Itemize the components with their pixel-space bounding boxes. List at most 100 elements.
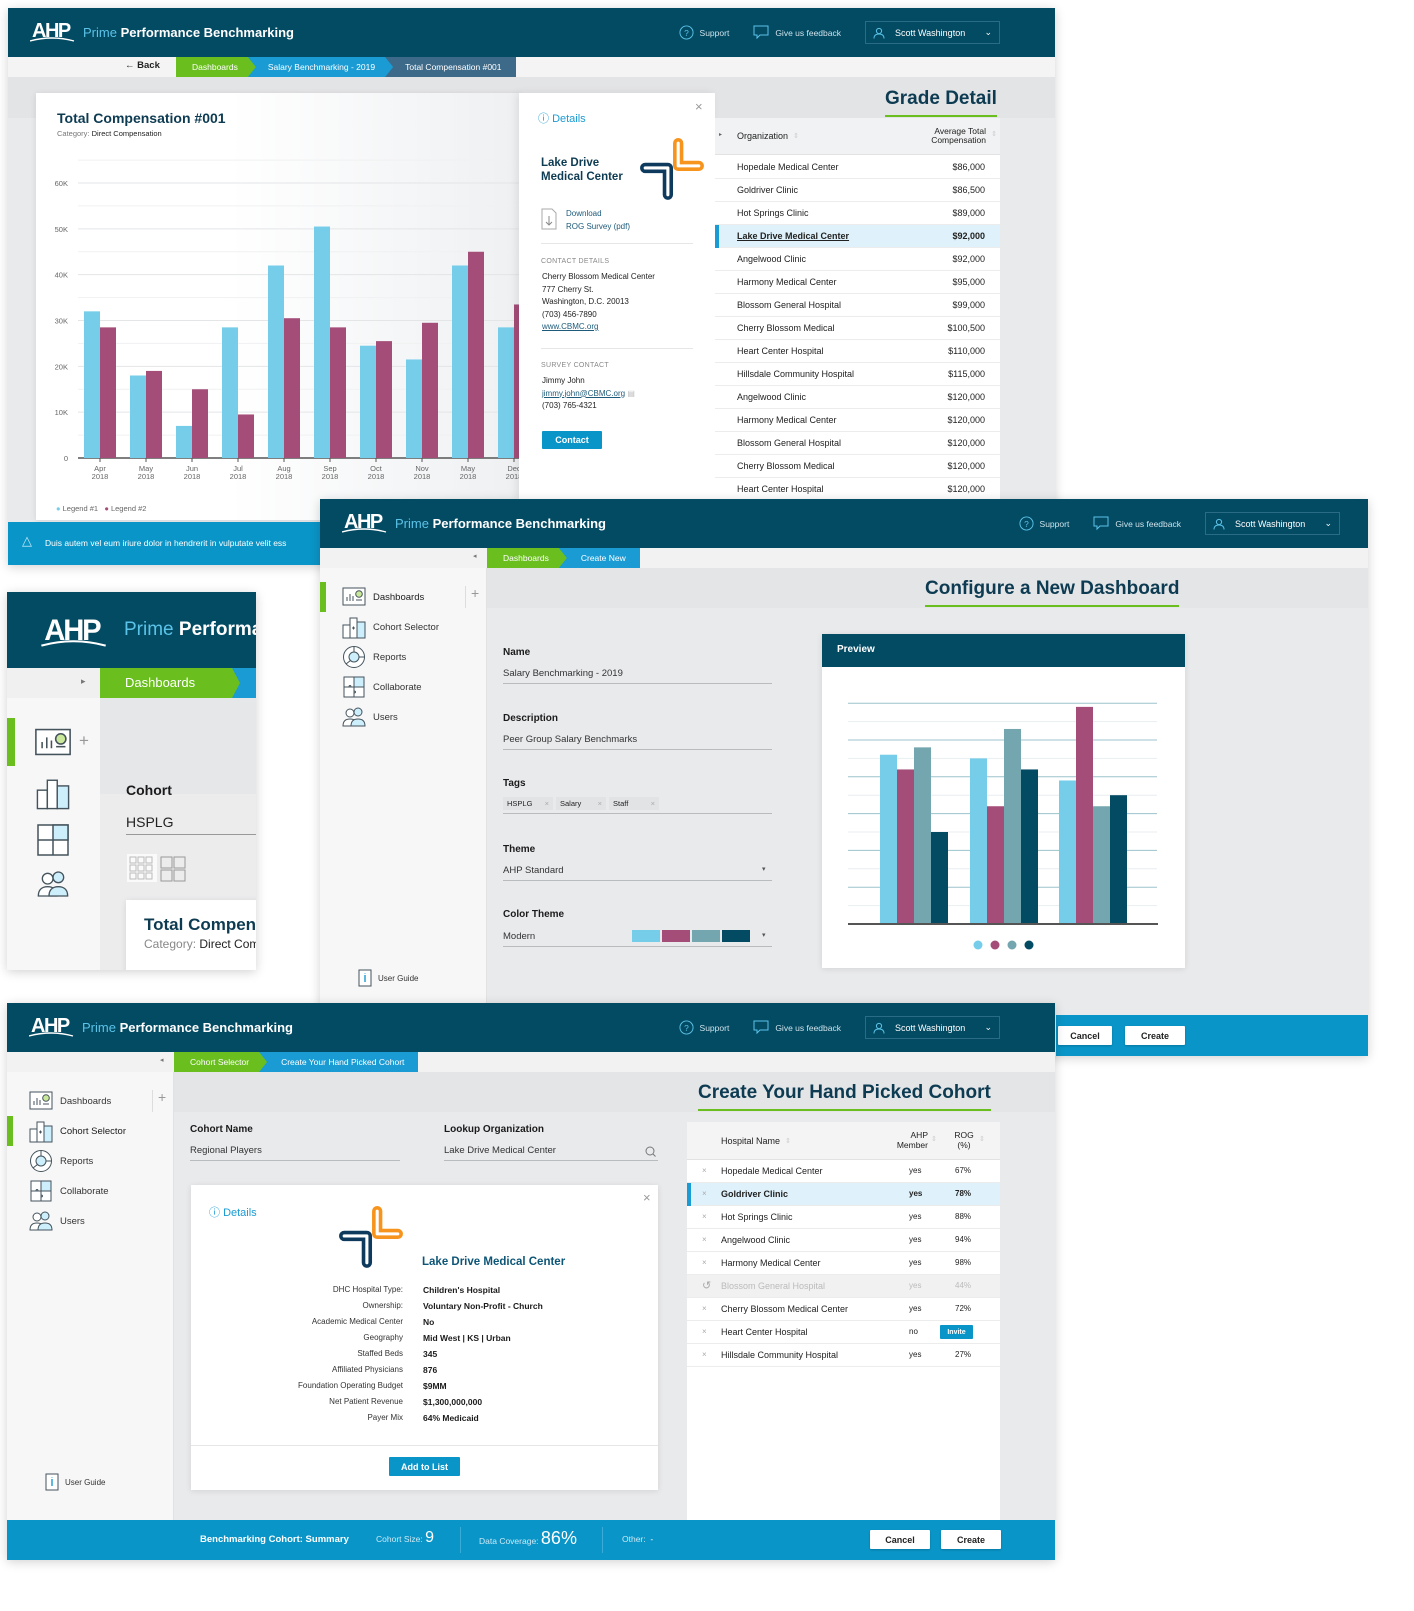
bar-1[interactable] [452, 265, 468, 459]
table-row[interactable]: Cherry Blossom Medical $120,000 [715, 455, 1000, 478]
bar-1[interactable] [222, 327, 238, 458]
dropdown-caret-icon[interactable]: ▾ [762, 865, 766, 873]
remove-icon[interactable]: × [702, 1304, 707, 1313]
org-name[interactable]: Blossom General Hospital [737, 438, 841, 448]
add-dashboard-plus-icon[interactable]: + [158, 1089, 166, 1105]
column-header-rog[interactable]: ROG (%) [949, 1130, 979, 1150]
legend-dot[interactable] [1024, 940, 1034, 950]
remove-icon[interactable]: × [702, 1166, 707, 1175]
expand-arrow-icon[interactable]: ▸ [81, 676, 86, 687]
user-menu[interactable]: Scott Washington ⌄ [1205, 512, 1340, 535]
sort-icon[interactable]: ⇕ [991, 130, 997, 138]
bar-1[interactable] [268, 265, 284, 459]
user-guide-link[interactable]: User Guide [7, 1469, 157, 1495]
org-name[interactable]: Blossom General Hospital [737, 300, 841, 310]
org-name[interactable]: Heart Center Hospital [737, 346, 824, 356]
close-icon[interactable]: × [643, 1190, 651, 1205]
breadcrumb-dashboards[interactable]: Dashboards [100, 668, 240, 698]
message-icon[interactable]: ▤ [627, 389, 635, 398]
grid-view-small-icon[interactable] [127, 854, 157, 882]
table-row[interactable]: × Harmony Medical Center yes 98% [687, 1252, 1000, 1275]
ahp-logo[interactable]: AHP [29, 1013, 75, 1039]
cancel-button[interactable]: Cancel [1058, 1026, 1112, 1045]
table-row[interactable]: × Hopedale Medical Center yes 67% [687, 1160, 1000, 1183]
org-name[interactable]: Hillsdale Community Hospital [737, 369, 854, 379]
table-row[interactable]: Hillsdale Community Hospital $115,000 [715, 363, 1000, 386]
cohort-select[interactable]: HSPLG [126, 814, 256, 835]
create-button[interactable]: Create [1125, 1026, 1185, 1045]
cohort-name-input[interactable]: Regional Players [190, 1145, 400, 1161]
remove-icon[interactable]: × [702, 1189, 707, 1198]
sidebar-item-cohort-selector[interactable]: Cohort Selector [7, 1116, 157, 1146]
bar-2[interactable] [284, 318, 300, 458]
bar-1[interactable] [360, 345, 376, 458]
table-row[interactable]: × Goldriver Clinic yes 78% [687, 1183, 1000, 1206]
collapse-arrow-icon[interactable]: ◂ [473, 552, 477, 560]
remove-icon[interactable]: × [702, 1258, 707, 1267]
remove-icon[interactable]: × [702, 1350, 707, 1359]
expand-triangle-icon[interactable]: ▸ [719, 131, 722, 138]
bar-2[interactable] [238, 414, 254, 458]
dashboard-card[interactable]: Total Compensation #001 Category: Direct… [126, 900, 256, 970]
support-link[interactable]: ? Support [1019, 516, 1069, 531]
feedback-link[interactable]: Give us feedback [753, 1020, 841, 1035]
table-row[interactable]: Heart Center Hospital $120,000 [715, 478, 1000, 501]
dashboard-icon[interactable] [34, 728, 72, 756]
feedback-link[interactable]: Give us feedback [753, 25, 841, 40]
remove-tag-icon[interactable]: × [545, 799, 549, 808]
sidebar-item-users[interactable]: Users [7, 1208, 157, 1234]
dropdown-caret-icon[interactable]: ▾ [762, 931, 766, 939]
table-row[interactable]: Hot Springs Clinic $89,000 [715, 202, 1000, 225]
grid-view-large-icon[interactable] [160, 856, 186, 882]
org-name[interactable]: Heart Center Hospital [737, 484, 824, 494]
org-name[interactable]: Hopedale Medical Center [737, 162, 839, 172]
legend-dot[interactable] [973, 940, 983, 950]
breadcrumb-dashboards[interactable]: Dashboards [487, 548, 567, 568]
table-row[interactable]: ↺ Blossom General Hospital yes 44% [687, 1275, 1000, 1298]
lookup-organization-input[interactable]: Lake Drive Medical Center [444, 1145, 658, 1161]
bar-1[interactable] [176, 425, 192, 458]
sort-icon[interactable]: ⇕ [931, 1135, 937, 1143]
bar-1[interactable] [498, 327, 514, 458]
legend-label-1[interactable]: Legend #1 [63, 504, 98, 513]
description-input[interactable]: Peer Group Salary Benchmarks [503, 734, 772, 750]
ahp-logo[interactable]: AHP [30, 18, 76, 44]
table-row[interactable]: Blossom General Hospital $120,000 [715, 432, 1000, 455]
support-link[interactable]: ? Support [679, 1020, 729, 1035]
table-row[interactable]: × Angelwood Clinic yes 94% [687, 1229, 1000, 1252]
website-link[interactable]: www.CBMC.org [542, 321, 655, 334]
table-row[interactable]: Lake Drive Medical Center $92,000 [715, 225, 1000, 248]
sidebar-item-cohort-selector[interactable]: Cohort Selector [320, 614, 470, 640]
undo-icon[interactable]: ↺ [702, 1279, 711, 1292]
legend-label-2[interactable]: Legend #2 [111, 504, 146, 513]
add-dashboard-plus-icon[interactable]: + [471, 585, 479, 601]
breadcrumb-salary-benchmarking[interactable]: Salary Benchmarking - 2019 [248, 57, 393, 77]
contact-button[interactable]: Contact [542, 431, 602, 449]
bar-2[interactable] [376, 341, 392, 458]
tags-input[interactable]: HSPLG × Salary × Staff × [503, 797, 772, 814]
user-menu[interactable]: Scott Washington ⌄ [865, 21, 1000, 44]
column-header-compensation[interactable]: Average Total Compensation [931, 127, 986, 145]
support-link[interactable]: ? Support [679, 25, 729, 40]
sidebar-item-reports[interactable]: Reports [320, 644, 470, 670]
org-name[interactable]: Cherry Blossom Medical [737, 461, 835, 471]
bar-2[interactable] [422, 322, 438, 458]
sidebar-item-dashboards[interactable]: Dashboards [7, 1088, 157, 1114]
table-row[interactable]: × Cherry Blossom Medical Center yes 72% [687, 1298, 1000, 1321]
table-row[interactable]: × Hillsdale Community Hospital yes 27% [687, 1344, 1000, 1367]
sidebar-item-dashboards[interactable]: Dashboards [320, 582, 470, 612]
survey-email-link[interactable]: jimmy.john@CBMC.org [542, 389, 625, 398]
sidebar-item-users[interactable]: Users [320, 704, 470, 730]
table-row[interactable]: Blossom General Hospital $99,000 [715, 294, 1000, 317]
table-row[interactable]: Hopedale Medical Center $86,000 [715, 156, 1000, 179]
close-icon[interactable]: × [695, 99, 703, 114]
bar-2[interactable] [192, 389, 208, 458]
feedback-link[interactable]: Give us feedback [1093, 516, 1181, 531]
ahp-logo[interactable]: AHP [37, 612, 113, 650]
search-icon[interactable] [645, 1146, 656, 1157]
remove-icon[interactable]: × [702, 1212, 707, 1221]
download-survey-link[interactable]: Download ROG Survey (pdf) [566, 208, 630, 233]
remove-icon[interactable]: × [702, 1235, 707, 1244]
table-row[interactable]: Harmony Medical Center $95,000 [715, 271, 1000, 294]
user-menu[interactable]: Scott Washington ⌄ [865, 1016, 1000, 1039]
